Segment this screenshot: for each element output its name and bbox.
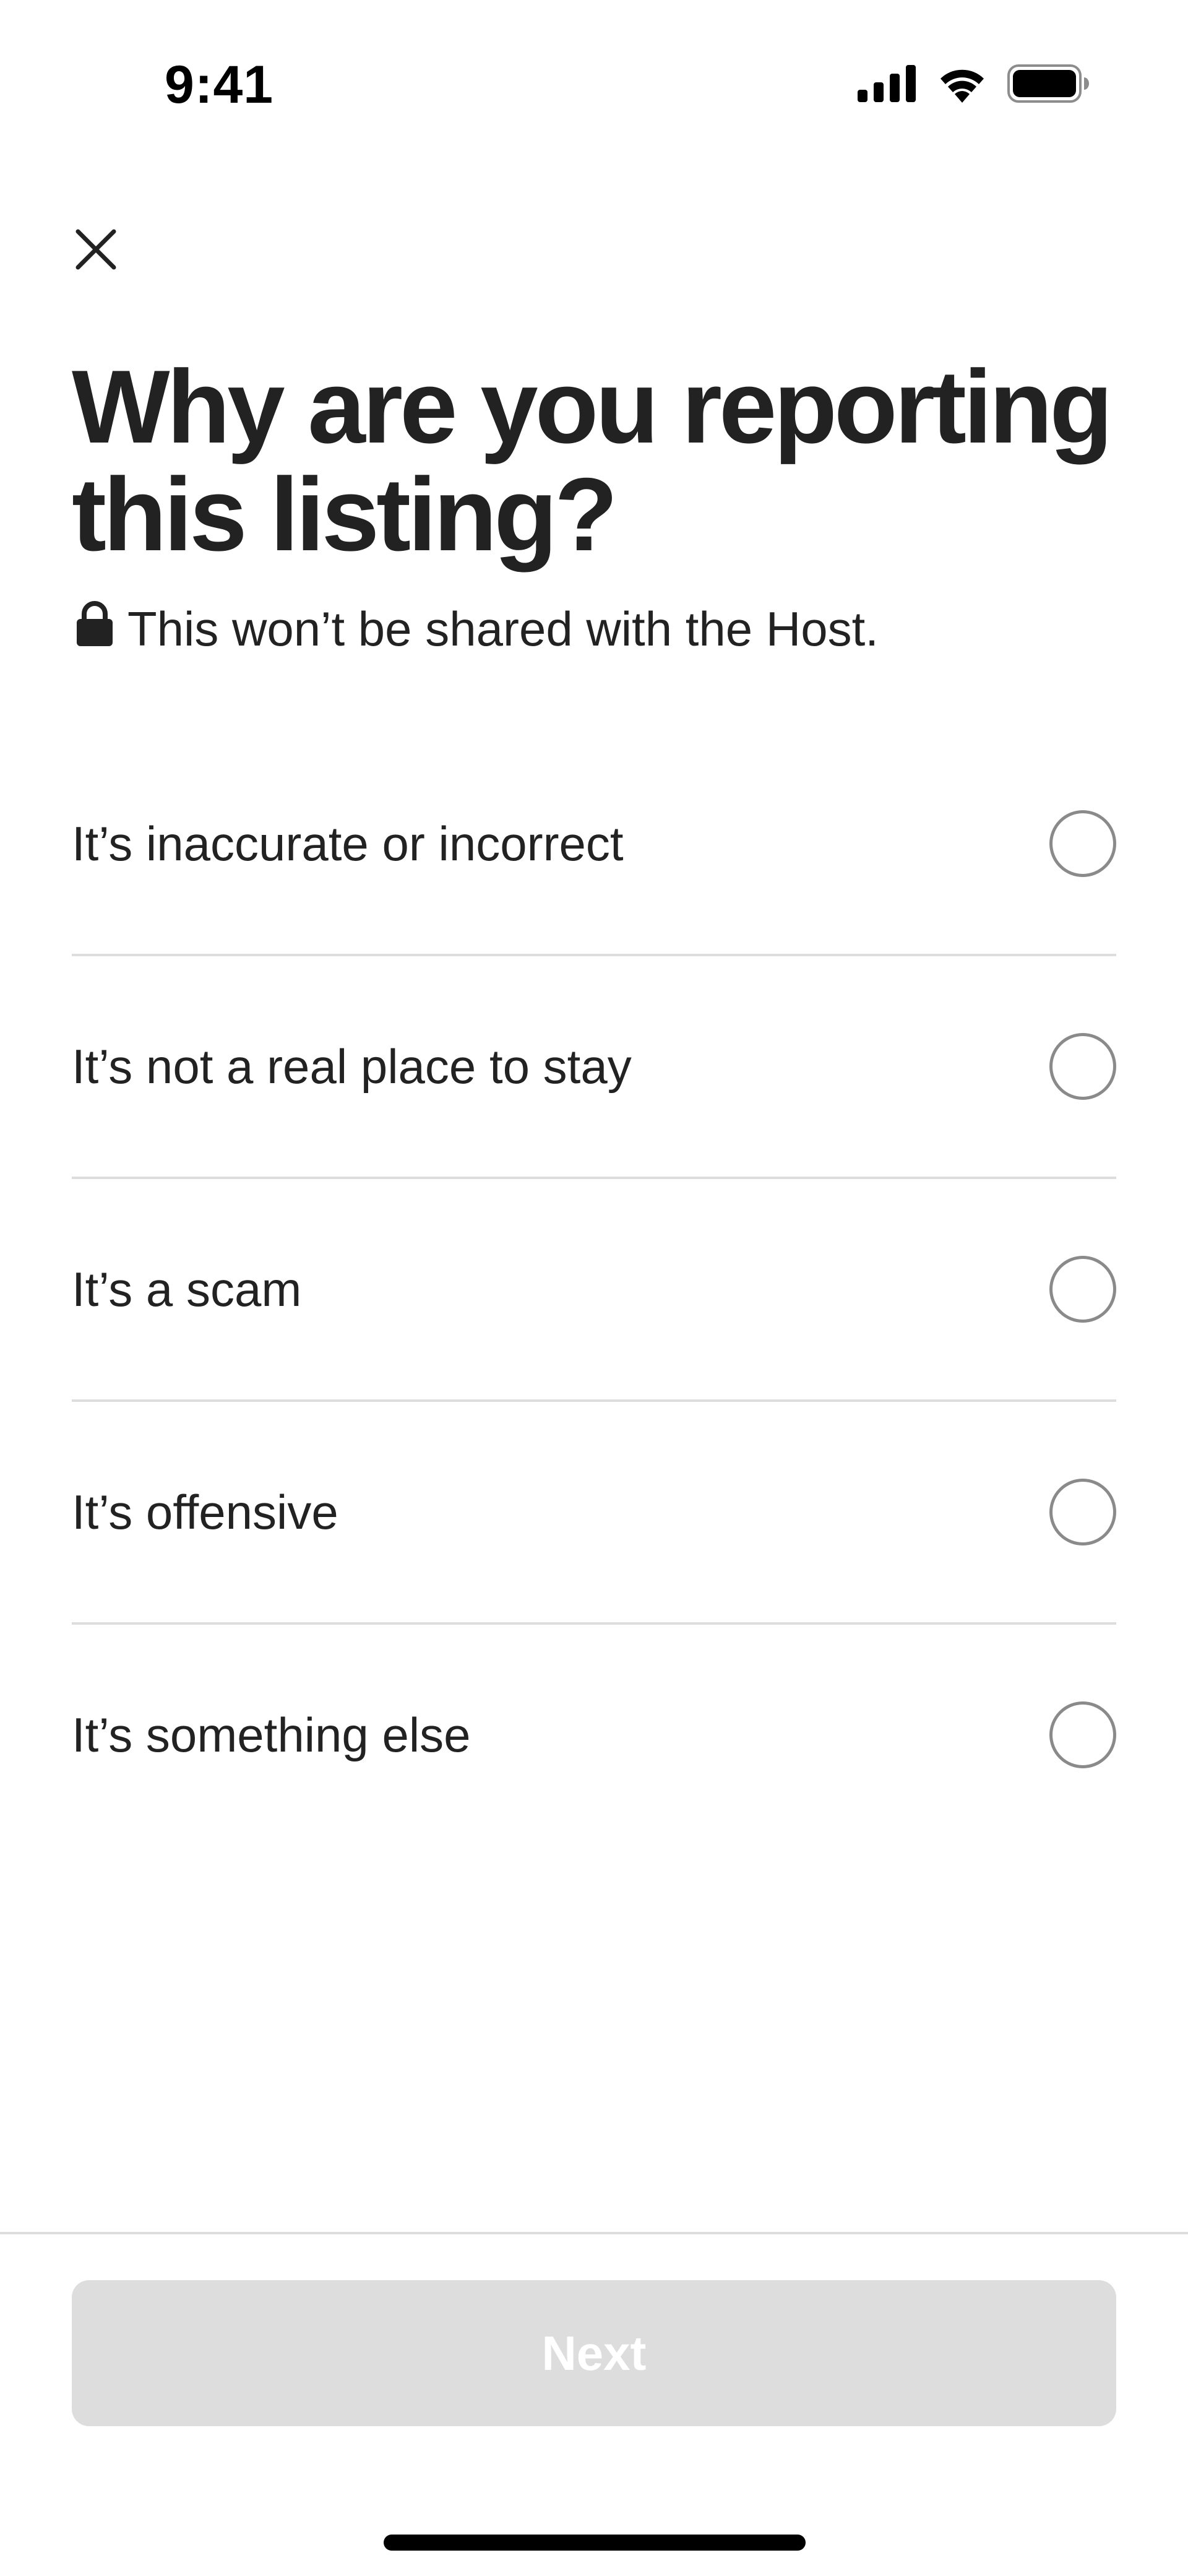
- option-inaccurate[interactable]: It’s inaccurate or incorrect: [72, 733, 1116, 956]
- battery-icon: [1007, 64, 1089, 106]
- option-scam[interactable]: It’s a scam: [72, 1179, 1116, 1402]
- status-icons: [858, 64, 1089, 106]
- radio-button[interactable]: [1049, 1256, 1116, 1323]
- page-title: Why are you reporting this listing?: [72, 348, 1113, 573]
- option-label: It’s offensive: [72, 1484, 338, 1539]
- privacy-note: This won’t be shared with the Host.: [75, 600, 879, 658]
- cellular-signal-icon: [858, 65, 917, 105]
- lock-icon: [75, 600, 114, 658]
- option-offensive[interactable]: It’s offensive: [72, 1402, 1116, 1625]
- wifi-icon: [936, 64, 989, 106]
- option-label: It’s inaccurate or incorrect: [72, 816, 624, 871]
- report-reason-list: It’s inaccurate or incorrect It’s not a …: [72, 733, 1116, 1845]
- next-button[interactable]: Next: [72, 2280, 1116, 2426]
- privacy-note-text: This won’t be shared with the Host.: [127, 602, 879, 656]
- option-label: It’s something else: [72, 1707, 471, 1762]
- radio-button[interactable]: [1049, 810, 1116, 877]
- radio-button[interactable]: [1049, 1701, 1116, 1768]
- footer-divider: [0, 2232, 1188, 2234]
- status-bar: 9:41: [0, 0, 1188, 179]
- option-label: It’s not a real place to stay: [72, 1039, 632, 1094]
- option-something-else[interactable]: It’s something else: [72, 1625, 1116, 1845]
- status-time: 9:41: [165, 55, 274, 115]
- option-not-real-place[interactable]: It’s not a real place to stay: [72, 956, 1116, 1179]
- close-icon: [75, 229, 116, 273]
- close-button[interactable]: [62, 217, 130, 285]
- option-label: It’s a scam: [72, 1261, 302, 1316]
- radio-button[interactable]: [1049, 1033, 1116, 1100]
- radio-button[interactable]: [1049, 1479, 1116, 1545]
- home-indicator[interactable]: [384, 2535, 806, 2551]
